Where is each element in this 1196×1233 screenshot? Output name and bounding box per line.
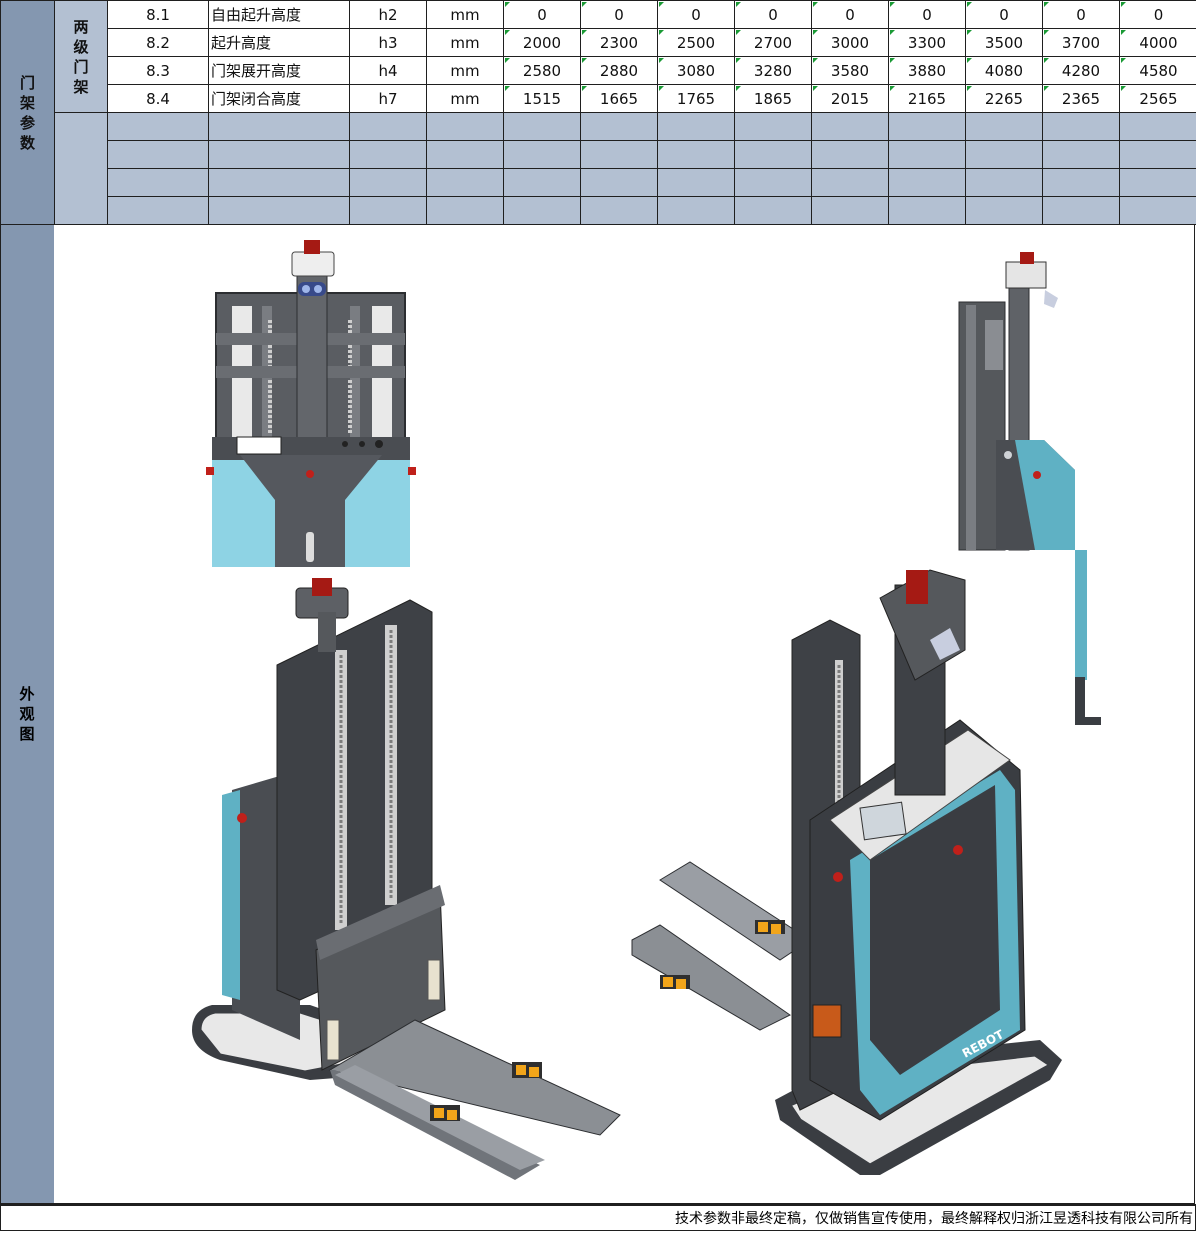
value-cell: 2015 <box>811 84 889 113</box>
mast-parameters-table: 门架参数 两级门架 8.1 自由起升高度 h2 mm 0 0 0 0 0 0 0… <box>0 0 1196 225</box>
value-cell: 1765 <box>657 84 735 113</box>
forklift-side-view-icon <box>958 252 1101 725</box>
forklift-front-view-icon <box>206 240 416 567</box>
value-cell: 2300 <box>580 28 658 57</box>
forklift-illustrations: REBOT <box>192 240 1101 1180</box>
row-name: 自由起升高度 <box>208 0 350 29</box>
empty-row <box>1 196 1196 225</box>
value-cell: 0 <box>657 0 735 29</box>
value-cell: 1865 <box>734 84 812 113</box>
value-cell: 0 <box>734 0 812 29</box>
empty-subgroup-cell <box>54 112 108 225</box>
value-cell: 2565 <box>1119 84 1196 113</box>
value-cell: 0 <box>1042 0 1120 29</box>
value-cell: 3000 <box>811 28 889 57</box>
row-name: 起升高度 <box>208 28 350 57</box>
value-cell: 2265 <box>965 84 1043 113</box>
forklift-iso-left-icon <box>192 578 621 1180</box>
value-cell: 2580 <box>503 56 581 85</box>
spec-sheet: 门架参数 两级门架 8.1 自由起升高度 h2 mm 0 0 0 0 0 0 0… <box>0 0 1196 1233</box>
forklift-iso-right-icon: REBOT <box>631 569 1062 1175</box>
empty-row <box>1 140 1196 169</box>
value-cell: 1515 <box>503 84 581 113</box>
group-label-cell: 门架参数 <box>0 0 55 225</box>
row-symbol: h4 <box>349 56 427 85</box>
row-unit: mm <box>426 28 504 57</box>
value-cell: 0 <box>811 0 889 29</box>
row-id: 8.1 <box>107 0 209 29</box>
row-unit: mm <box>426 84 504 113</box>
value-cell: 4280 <box>1042 56 1120 85</box>
appearance-label-cell: 外观图 <box>0 225 55 1204</box>
row-symbol: h3 <box>349 28 427 57</box>
appearance-section: 外观图 REBOT <box>0 225 1196 1205</box>
row-name: 门架闭合高度 <box>208 84 350 113</box>
row-id: 8.4 <box>107 84 209 113</box>
value-cell: 0 <box>965 0 1043 29</box>
value-cell: 2500 <box>657 28 735 57</box>
value-cell: 3080 <box>657 56 735 85</box>
value-cell: 3580 <box>811 56 889 85</box>
value-cell: 0 <box>1119 0 1196 29</box>
value-cell: 4000 <box>1119 28 1196 57</box>
value-cell: 3500 <box>965 28 1043 57</box>
value-cell: 3300 <box>888 28 966 57</box>
value-cell: 3700 <box>1042 28 1120 57</box>
footer-disclaimer: 技术参数非最终定稿，仅做销售宣传使用，最终解释权归浙江昱透科技有限公司所有 <box>0 1204 1196 1231</box>
row-id: 8.2 <box>107 28 209 57</box>
row-symbol: h2 <box>349 0 427 29</box>
appearance-image-box: REBOT <box>54 225 1195 1204</box>
value-cell: 2700 <box>734 28 812 57</box>
subgroup-label-cell: 两级门架 <box>54 0 108 113</box>
empty-row <box>1 112 1196 225</box>
value-cell: 3280 <box>734 56 812 85</box>
value-cell: 0 <box>580 0 658 29</box>
value-cell: 2165 <box>888 84 966 113</box>
value-cell: 3880 <box>888 56 966 85</box>
row-name: 门架展开高度 <box>208 56 350 85</box>
value-cell: 2365 <box>1042 84 1120 113</box>
row-unit: mm <box>426 56 504 85</box>
row-id: 8.3 <box>107 56 209 85</box>
appearance-label: 外观图 <box>19 685 35 743</box>
value-cell: 4080 <box>965 56 1043 85</box>
value-cell: 1665 <box>580 84 658 113</box>
value-cell: 4580 <box>1119 56 1196 85</box>
row-unit: mm <box>426 0 504 29</box>
value-cell: 0 <box>888 0 966 29</box>
value-cell: 0 <box>503 0 581 29</box>
value-cell: 2880 <box>580 56 658 85</box>
empty-row <box>1 168 1196 197</box>
value-cell: 2000 <box>503 28 581 57</box>
row-symbol: h7 <box>349 84 427 113</box>
